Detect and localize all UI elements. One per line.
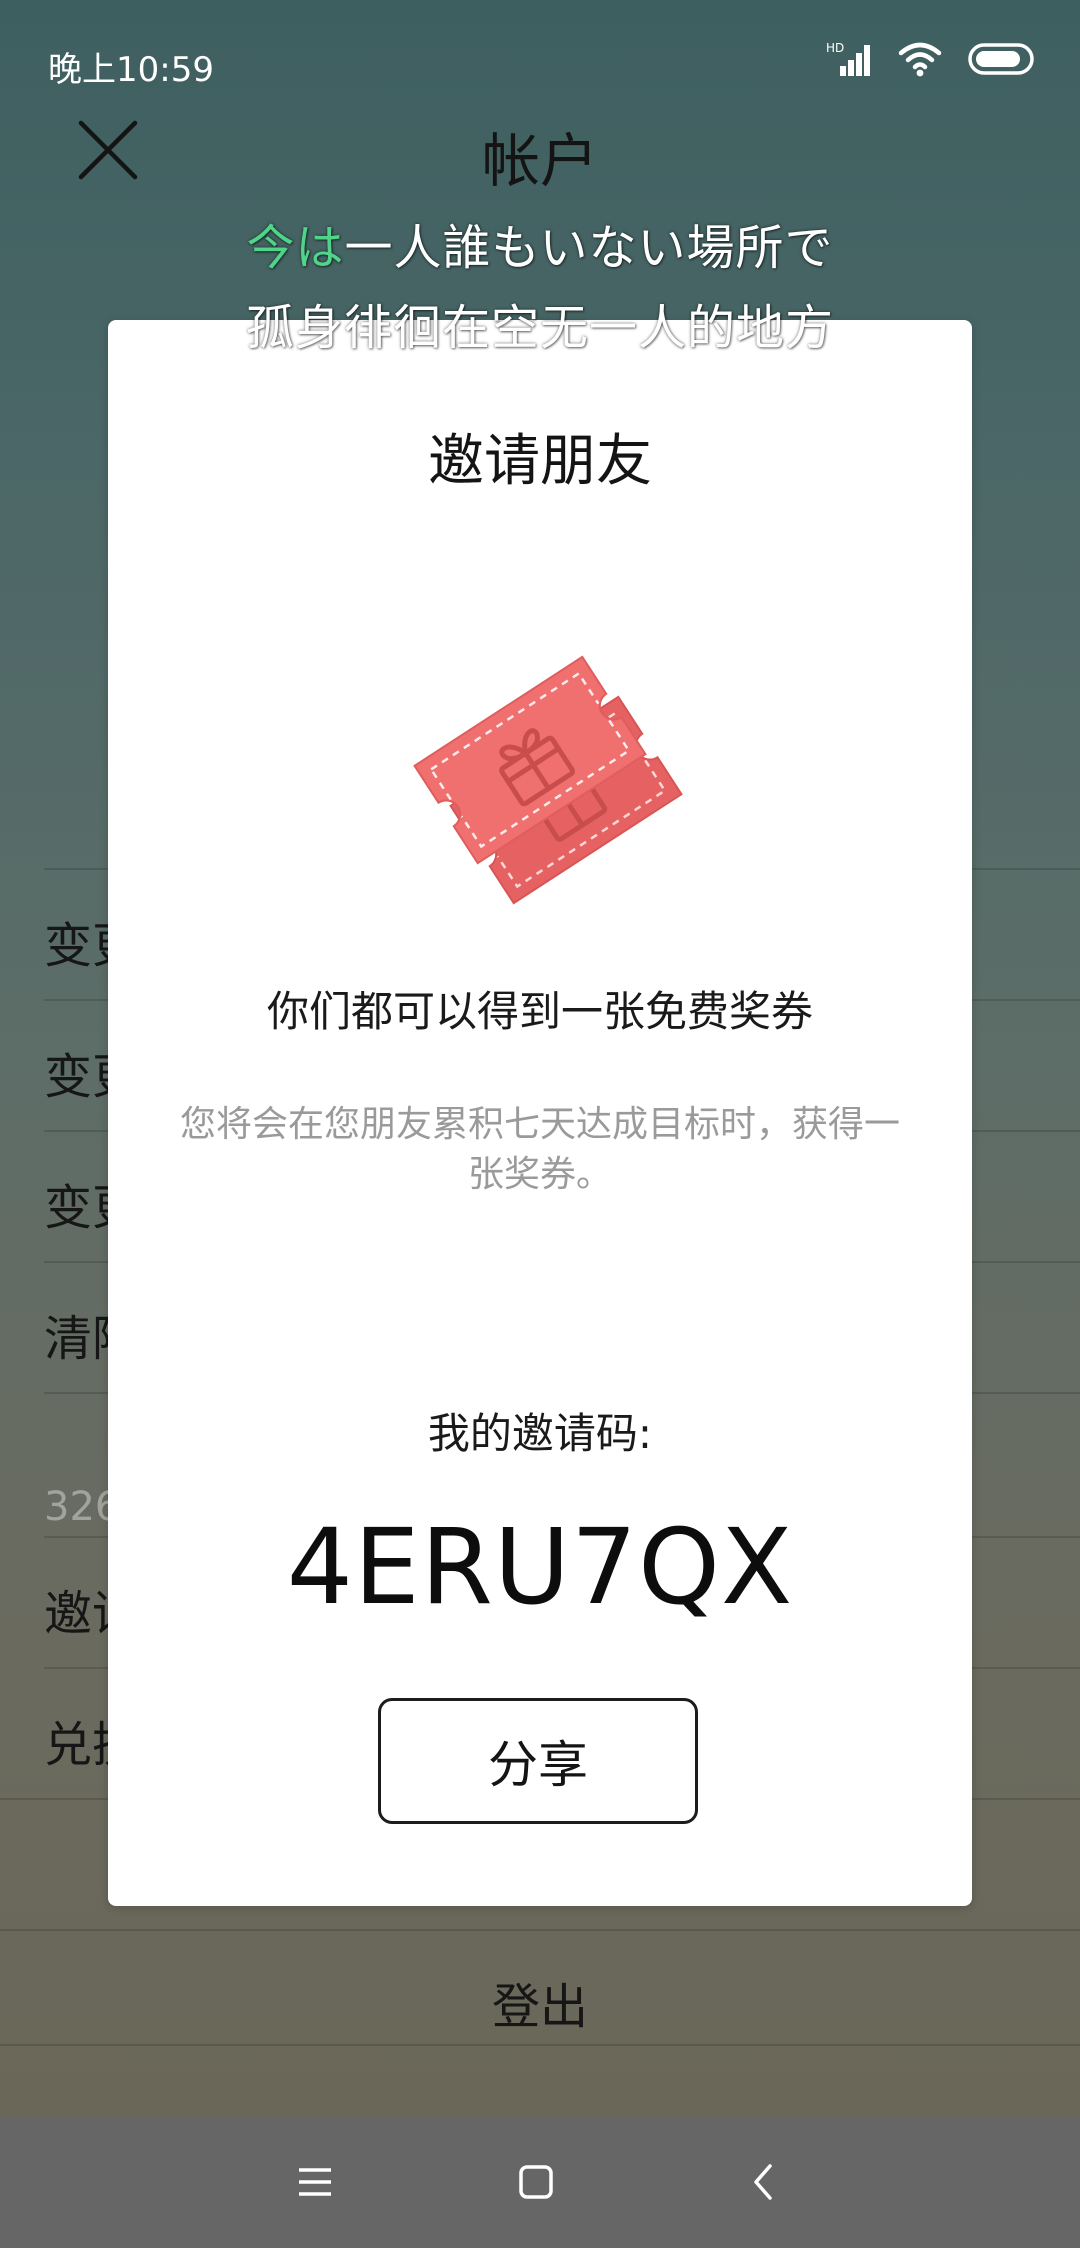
menu-icon (299, 2168, 331, 2196)
share-button-label: 分享 (488, 1736, 588, 1794)
reward-description: 您将会在您朋友累积七天达成目标时，获得一张奖券。 (179, 1104, 900, 1195)
invite-friends-dialog: 邀请朋友 你们都可以得到一张免费奖券 您将会在您朋友累积七天达成目标时，获得一张… (108, 320, 972, 1906)
share-button[interactable]: 分享 (378, 1698, 698, 1824)
invite-code: 4ERU7QX (286, 1506, 794, 1628)
status-time: 晚上10:59 (48, 50, 214, 90)
system-nav-bar (0, 2118, 1080, 2248)
cellular-signal-icon: HD (826, 40, 872, 82)
list-bottom-divider (0, 2044, 1080, 2046)
network-type-label: HD (826, 41, 844, 55)
floating-lyric-line-1: 今は一人誰もいない場所で (0, 208, 1080, 278)
ticket-icon (378, 600, 708, 930)
back-icon (754, 2164, 772, 2200)
page-title: 帐户 (481, 127, 598, 195)
recent-apps-button[interactable] (275, 2142, 355, 2222)
back-button[interactable] (724, 2142, 804, 2222)
invite-code-label: 我的邀请码: (427, 1409, 653, 1458)
lyric-rest: 一人誰もいない場所で (344, 220, 834, 276)
logout-button[interactable]: 登出 (0, 1929, 1080, 2057)
dialog-title: 邀请朋友 (428, 429, 652, 494)
screen: 晚上10:59 HD 帐户 变更 变更 变更 清阿 326 邀请 兑换 登出 邀… (0, 0, 1080, 2248)
home-button[interactable] (496, 2142, 576, 2222)
reward-headline: 你们都可以得到一张免费奖券 (266, 987, 813, 1036)
home-icon (519, 2165, 553, 2199)
battery-icon (968, 43, 1036, 79)
floating-lyric-line-2: 孤身徘徊在空无一人的地方 (245, 300, 834, 356)
wifi-icon (898, 41, 942, 81)
lyric-highlight: 今は (246, 220, 345, 276)
status-icons: HD (826, 40, 1036, 82)
logout-label: 登出 (491, 1979, 588, 2035)
status-bar: 晚上10:59 HD (0, 0, 1080, 120)
